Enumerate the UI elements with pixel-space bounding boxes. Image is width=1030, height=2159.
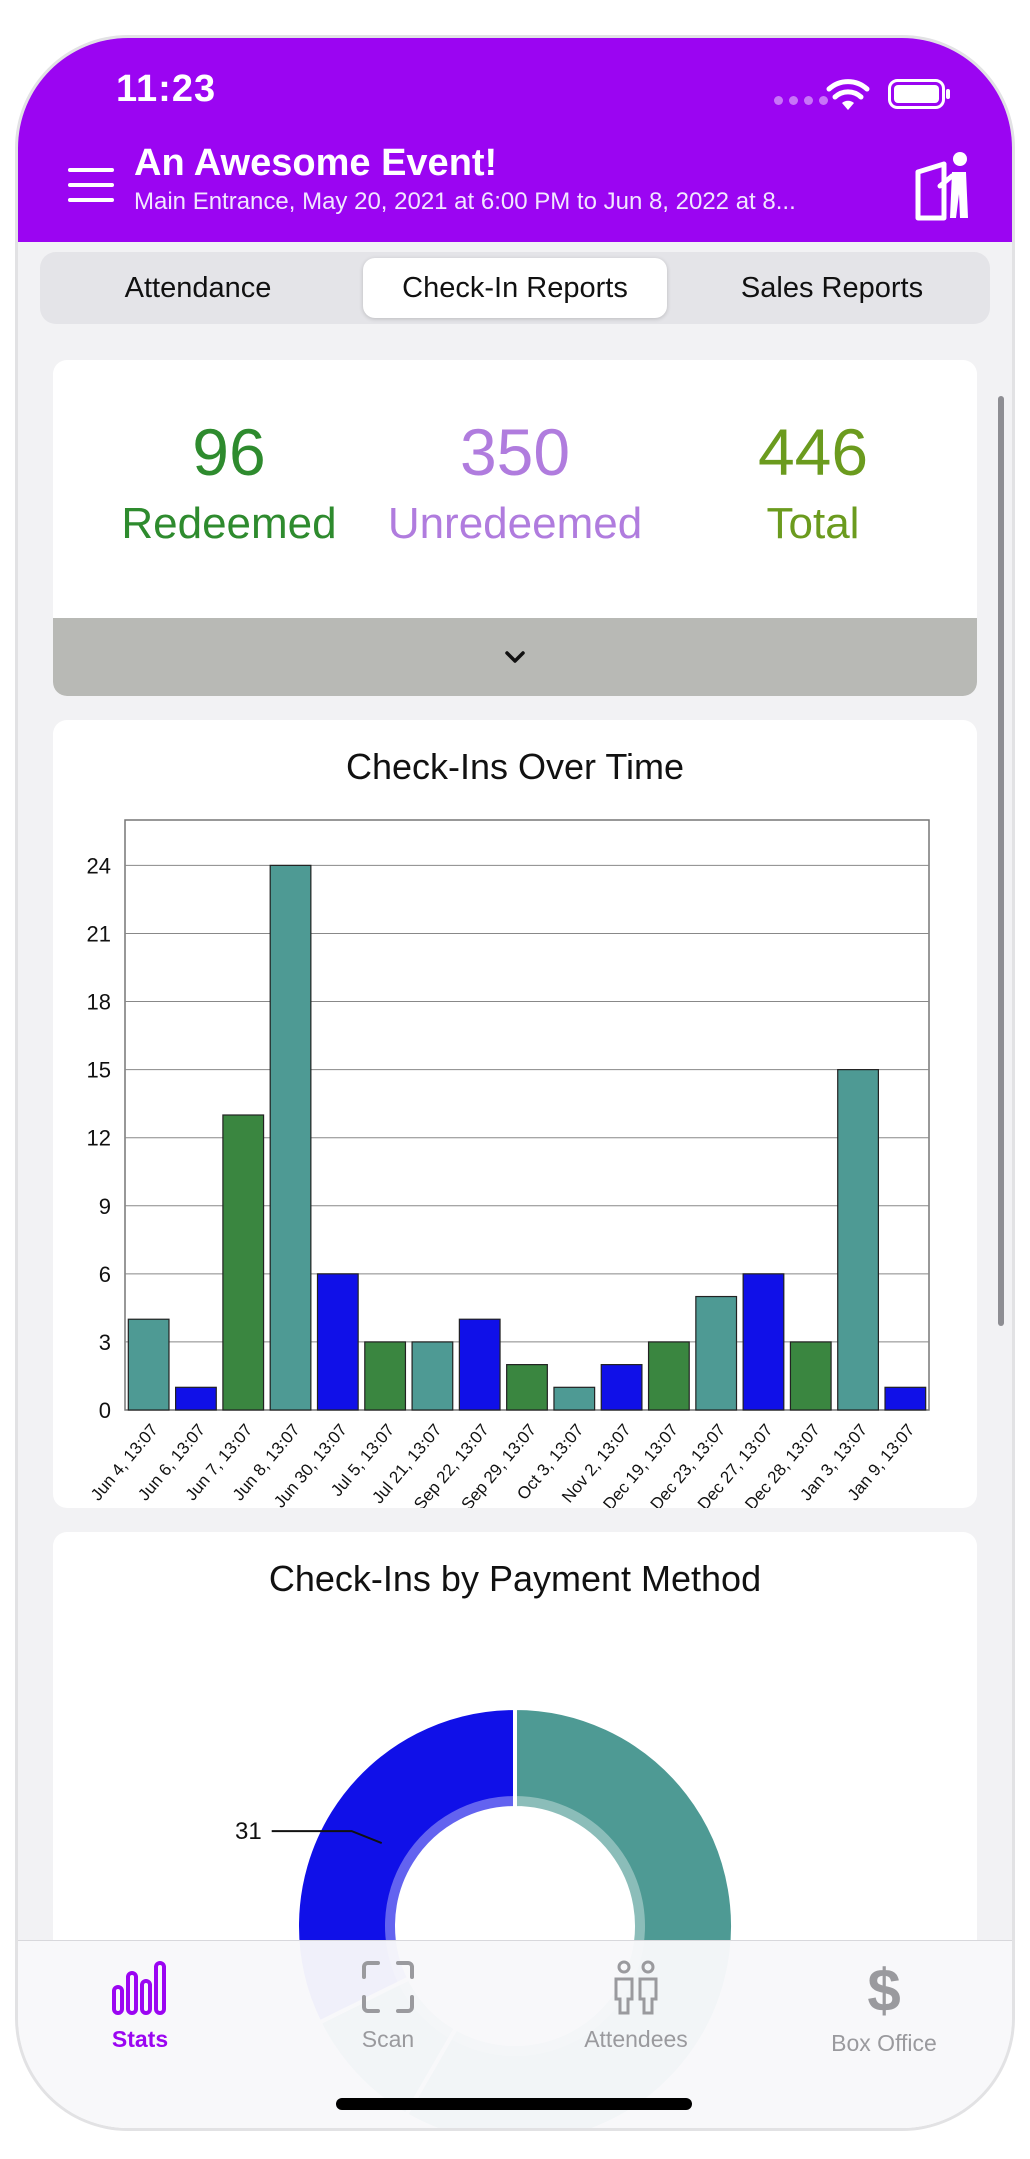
report-type-segmented-control: Attendance Check-In Reports Sales Report… [40,252,990,324]
bar-chart-title: Check-Ins Over Time [345,746,685,787]
chevron-down-icon [505,651,525,663]
bar-1 [175,1386,217,1411]
total-count: 446 [757,415,869,489]
bar-10 [600,1364,643,1411]
tab-attendance[interactable]: Attendance [46,258,350,318]
bar-8 [506,1364,548,1411]
total-label: Total [766,499,860,548]
bar-12 [695,1295,738,1411]
check-in-summary-card: 96 Redeemed 350 Unredeemed 446 Total [53,360,977,696]
svg-text:$: $ [867,1959,900,2019]
bar-14 [789,1341,832,1411]
bar-0 [127,1318,170,1411]
dollar-icon: $ [867,1957,900,2024]
status-time: 11:23 [116,68,217,110]
event-title: An Awesome Event! [134,142,498,184]
tab-attendees-label: Attendees [584,2026,688,2052]
y-tick-label: 12 [87,1126,111,1151]
tab-scan[interactable]: Scan [288,1959,488,2053]
tab-scan-label: Scan [361,2026,415,2052]
stats-icon [112,1961,166,2015]
wifi-icon [826,79,870,110]
slice-value-label: 31 [235,1818,262,1845]
bar-13 [742,1273,785,1411]
tab-box-office-label: Box Office [831,2030,937,2056]
hamburger-menu-icon[interactable] [68,168,114,202]
bar-6 [411,1341,454,1411]
bar-2 [222,1114,265,1411]
bar-15 [837,1069,879,1411]
bar-16 [884,1386,927,1411]
bar-3 [269,864,312,1411]
phone-screen: 11:23 An Awesome Event! Main Entrance, M… [18,38,1012,2128]
redeemed-count: 96 [192,415,266,489]
scan-icon [362,1961,414,2013]
unredeemed-count: 350 [459,415,571,489]
event-header: 11:23 An Awesome Event! Main Entrance, M… [18,38,1012,242]
y-tick-label: 24 [87,853,111,878]
tab-check-in-reports[interactable]: Check-In Reports [363,258,667,318]
bar-9 [553,1386,596,1411]
tab-sales-reports[interactable]: Sales Reports [680,258,984,318]
total-metric: 446 Total [663,412,963,556]
usher-icon[interactable] [914,150,976,222]
y-tick-label: 18 [87,990,111,1015]
check-ins-over-time-chart: 03691215182124Jun 4, 13:07Jun 6, 13:07Ju… [87,819,930,1508]
y-tick-label: 21 [87,921,111,946]
tab-attendees[interactable]: Attendees [536,1959,736,2053]
unredeemed-label: Unredeemed [387,499,643,548]
pie-chart-title: Check-Ins by Payment Method [268,1558,762,1599]
unredeemed-metric: 350 Unredeemed [365,412,665,556]
scroll-indicator[interactable] [998,396,1004,1326]
tab-stats-label: Stats [111,2026,169,2052]
expand-summary-button[interactable] [53,618,977,696]
bar-11 [647,1341,690,1411]
tab-box-office[interactable]: $ Box Office [784,1957,984,2057]
cellular-signal-icon [774,96,828,105]
battery-icon [888,79,950,109]
y-tick-label: 3 [99,1330,111,1355]
home-indicator[interactable] [336,2098,692,2110]
redeemed-label: Redeemed [121,499,337,548]
y-tick-label: 9 [99,1194,111,1219]
check-ins-over-time-card: Check-Ins Over Time 0 3 6 9 12 15 18 21 24 Jun 4,… [53,720,977,1508]
event-subtitle: Main Entrance, May 20, 2021 at 6:00 PM t… [134,188,796,215]
attendees-icon [614,1960,658,2015]
redeemed-metric: 96 Redeemed [79,412,379,556]
y-tick-label: 15 [87,1058,111,1083]
tab-stats[interactable]: Stats [40,1959,240,2053]
bar-7 [458,1318,501,1411]
bar-5 [364,1341,407,1411]
y-tick-label: 0 [99,1398,111,1423]
y-tick-label: 6 [99,1262,111,1287]
bar-4 [316,1273,359,1411]
